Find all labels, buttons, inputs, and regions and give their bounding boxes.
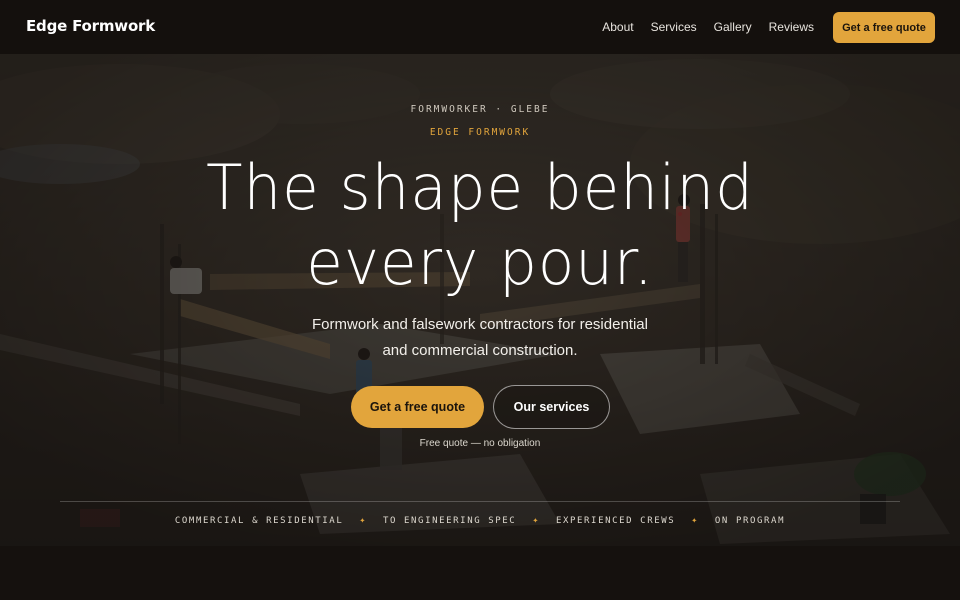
brand-logo[interactable]: Edge Formwork bbox=[26, 17, 155, 35]
hero-section: FORMWORKER · GLEBE EDGE FORMWORK The sha… bbox=[0, 54, 960, 546]
hero-headline: The shape behind every pour. bbox=[19, 150, 941, 300]
get-quote-button[interactable]: Get a free quote bbox=[351, 386, 484, 428]
star-separator-icon: ✦ bbox=[359, 515, 367, 526]
subtitle-line-2: and commercial construction. bbox=[382, 342, 578, 359]
our-services-button[interactable]: Our services bbox=[493, 385, 610, 429]
headline-line-1: The shape behind bbox=[206, 151, 754, 224]
headline-line-2: every pour. bbox=[306, 226, 654, 299]
nav-link-gallery[interactable]: Gallery bbox=[714, 20, 752, 34]
nav-quote-button[interactable]: Get a free quote bbox=[833, 12, 935, 43]
top-nav: Edge Formwork About Services Gallery Rev… bbox=[0, 0, 960, 54]
star-separator-icon: ✦ bbox=[532, 515, 540, 526]
feature-item: TO ENGINEERING SPEC bbox=[382, 515, 517, 526]
next-section bbox=[0, 546, 960, 600]
nav-link-services[interactable]: Services bbox=[651, 20, 697, 34]
nav-link-reviews[interactable]: Reviews bbox=[769, 20, 814, 34]
feature-strip: COMMERCIAL & RESIDENTIAL ✦ TO ENGINEERIN… bbox=[0, 515, 960, 526]
feature-item: EXPERIENCED CREWS bbox=[555, 515, 676, 526]
nav-links: About Services Gallery Reviews bbox=[602, 20, 814, 34]
feature-item: ON PROGRAM bbox=[714, 515, 786, 526]
hero-subtitle: Formwork and falsework contractors for r… bbox=[280, 312, 680, 364]
subtitle-line-1: Formwork and falsework contractors for r… bbox=[312, 316, 648, 333]
star-separator-icon: ✦ bbox=[691, 515, 699, 526]
quote-note: Free quote — no obligation bbox=[419, 438, 541, 449]
hero-kicker-brand: EDGE FORMWORK bbox=[429, 127, 531, 138]
hero-divider bbox=[60, 501, 900, 502]
nav-link-about[interactable]: About bbox=[602, 20, 633, 34]
hero-kicker-location: FORMWORKER · GLEBE bbox=[410, 104, 550, 115]
feature-item: COMMERCIAL & RESIDENTIAL bbox=[174, 515, 344, 526]
